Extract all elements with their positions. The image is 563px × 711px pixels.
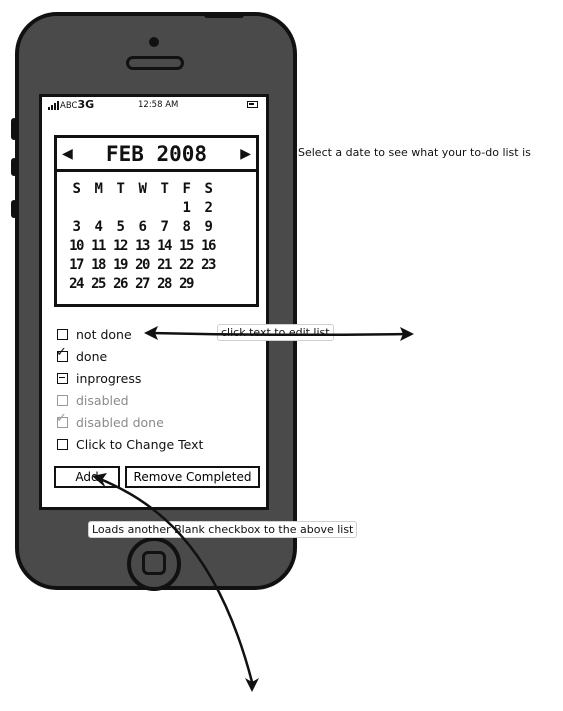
double-arrow-line	[148, 331, 410, 337]
curved-arrow-line	[96, 476, 254, 684]
annotation-arrows	[92, 326, 414, 692]
